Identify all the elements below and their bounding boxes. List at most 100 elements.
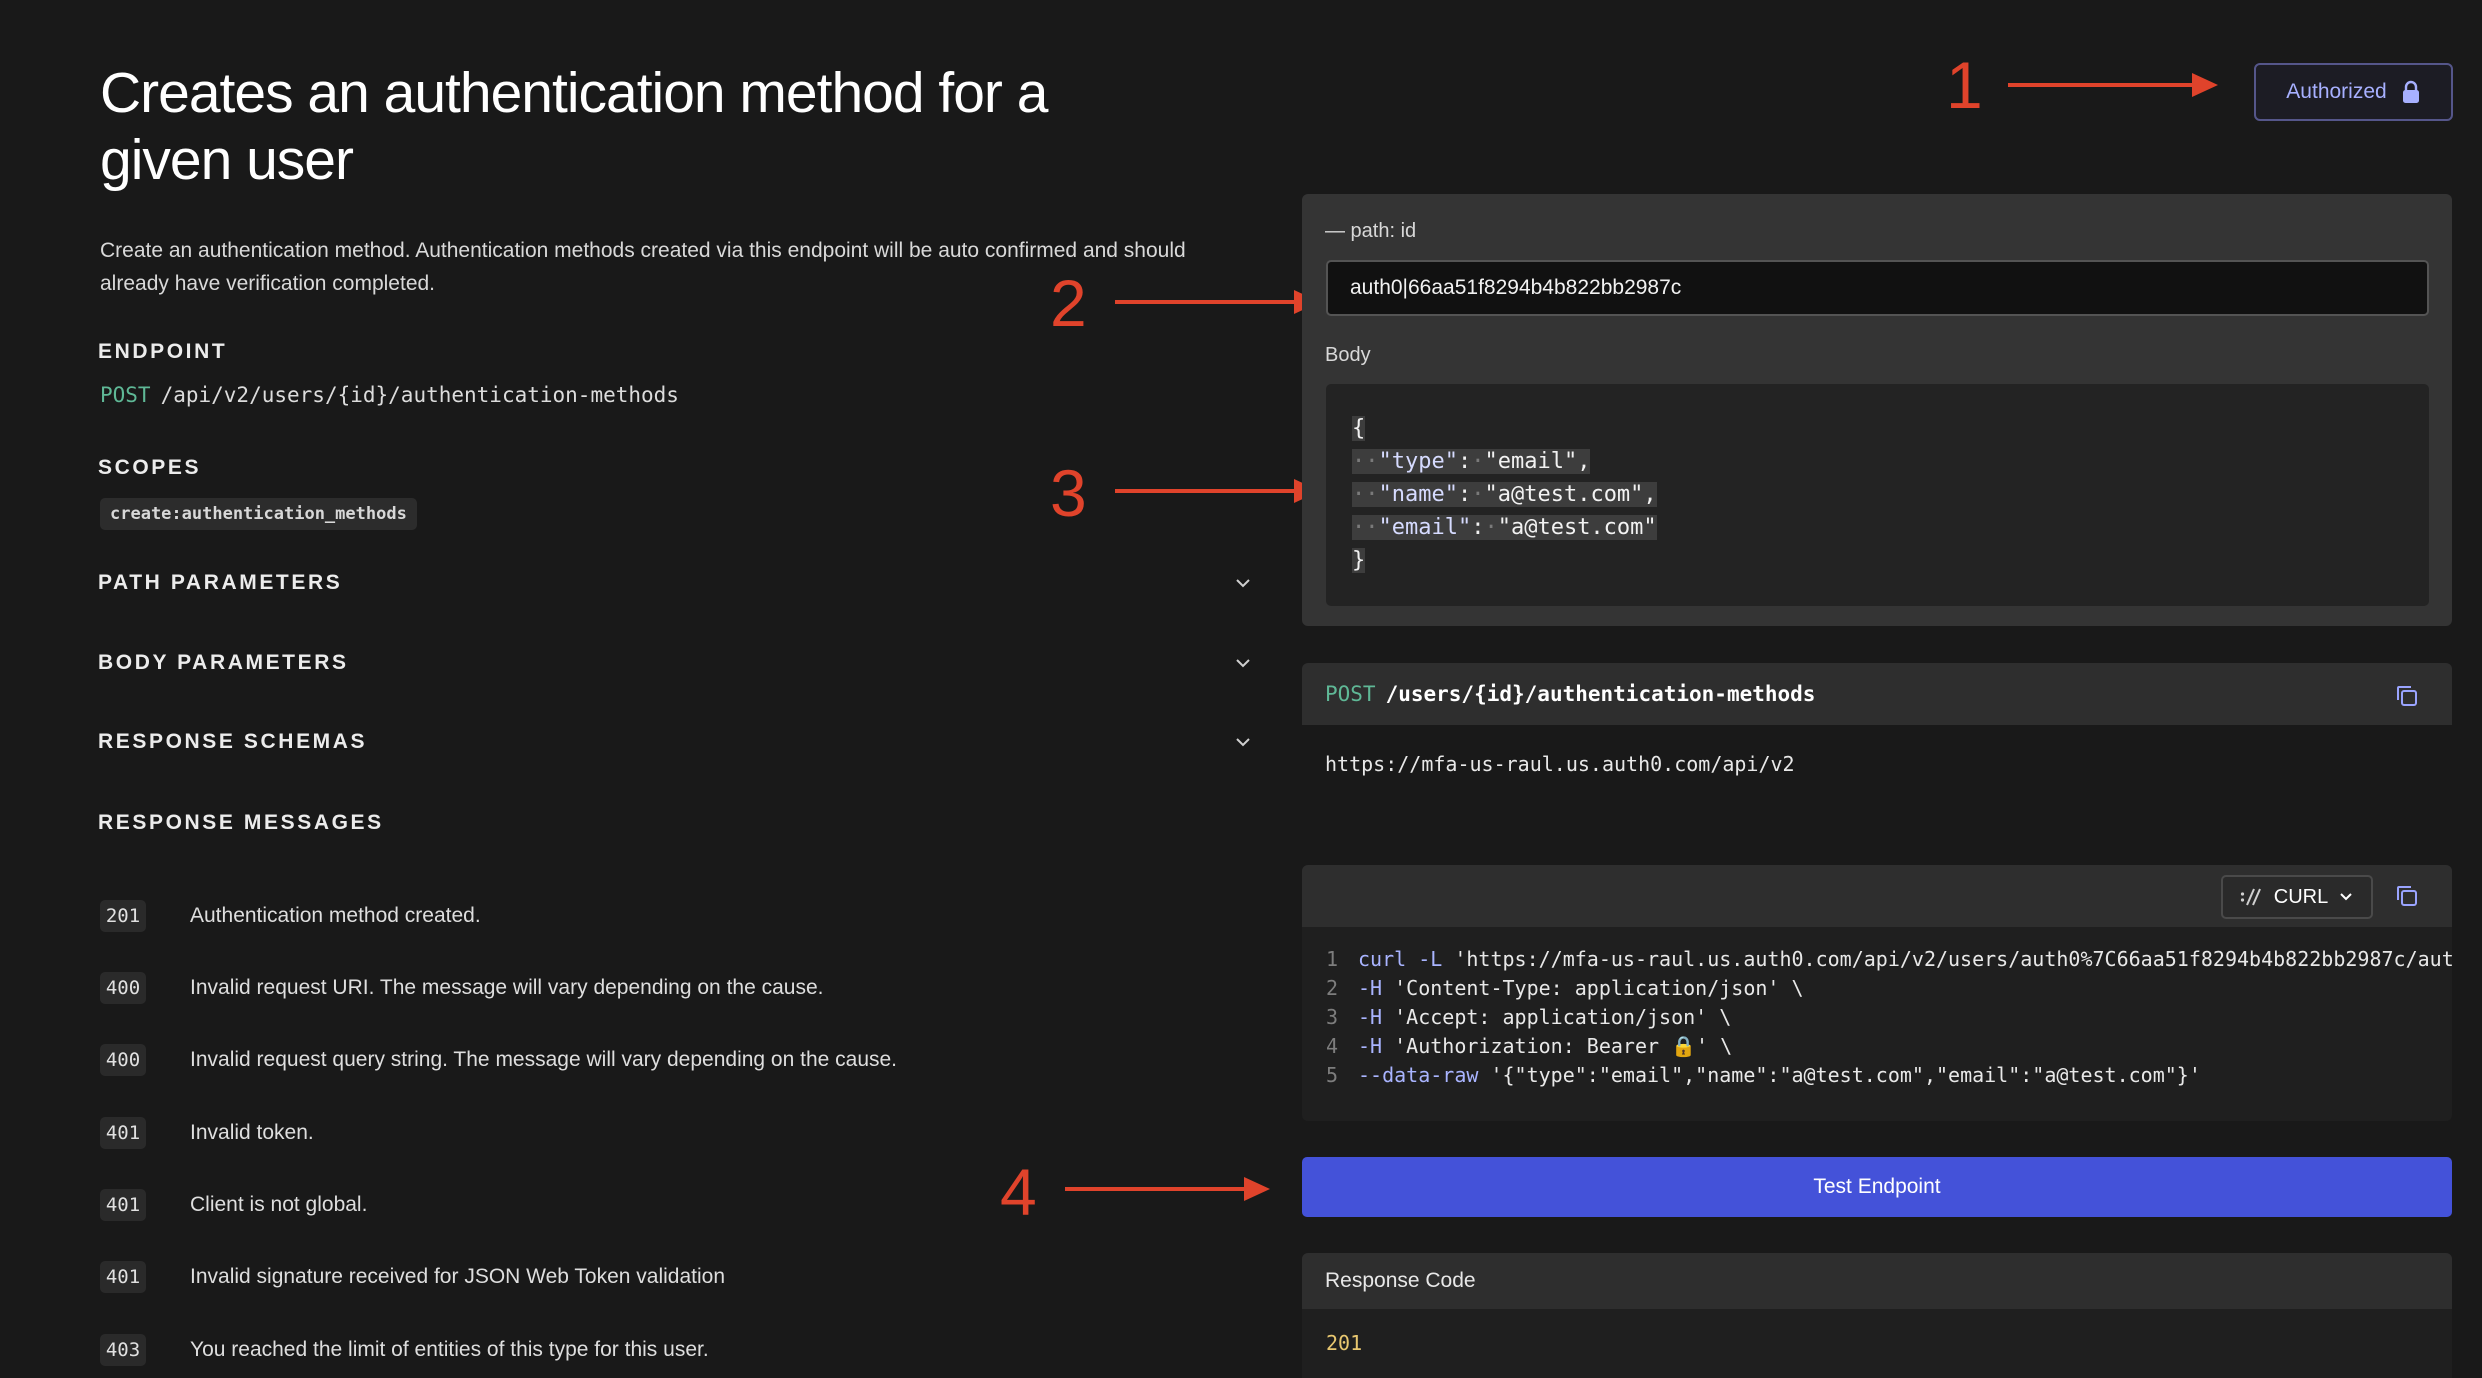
http-method: POST xyxy=(100,383,151,407)
response-message: 201 Authentication method created. xyxy=(100,896,1260,936)
accordion-label: BODY PARAMETERS xyxy=(98,651,349,674)
accordion-label: PATH PARAMETERS xyxy=(98,571,343,594)
code-text: 'Accept: application/json' \ xyxy=(1382,1005,1732,1029)
chevron-down-icon xyxy=(2340,893,2352,901)
code-text: 'Authorization: Bearer 🔒' \ xyxy=(1382,1034,1733,1058)
annotation-arrow xyxy=(1115,479,1320,503)
request-path: /users/{id}/authentication-methods xyxy=(1385,682,1816,706)
code-command: -H xyxy=(1358,976,1383,1000)
language-label: CURL xyxy=(2273,885,2329,908)
line-number: 4 xyxy=(1326,1034,1339,1058)
annotation-arrow xyxy=(1115,290,1320,314)
response-code-value: 201 xyxy=(1326,1331,1363,1355)
language-select[interactable]: CURL xyxy=(2221,875,2373,919)
json-key: "email" xyxy=(1378,515,1472,540)
response-text: You reached the limit of entities of thi… xyxy=(190,1338,709,1361)
response-message: 400 Invalid request URI. The message wil… xyxy=(100,968,1260,1008)
status-code-badge: 403 xyxy=(100,1334,146,1366)
chevron-down-icon xyxy=(1236,659,1250,668)
annotation-number: 4 xyxy=(1000,1155,1037,1229)
response-message: 403 You reached the limit of entities of… xyxy=(100,1330,1260,1370)
page-title: Creates an authentication method for a g… xyxy=(100,61,1048,192)
code-command: -H xyxy=(1358,1034,1383,1058)
api-docs-page: Creates an authentication method for a g… xyxy=(0,0,2482,1378)
lock-icon xyxy=(2402,80,2419,103)
response-code-card: Response Code 201 xyxy=(1302,1253,2452,1378)
curl-code: 1 curl -L 'https://mfa-us-raul.us.auth0.c… xyxy=(1302,927,2452,1090)
http-method: POST xyxy=(1325,682,1376,706)
body-parameters-toggle[interactable]: BODY PARAMETERS xyxy=(98,643,1258,683)
status-code-badge: 401 xyxy=(100,1117,146,1149)
annotation-number: 1 xyxy=(1946,48,1983,122)
response-text: Client is not global. xyxy=(190,1193,368,1216)
status-code-badge: 400 xyxy=(100,972,146,1004)
line-number: 1 xyxy=(1326,947,1339,971)
code-line: 2 -H 'Content-Type: application/json' \ xyxy=(1326,974,2452,1003)
base-url: https://mfa-us-raul.us.auth0.com/api/v2 xyxy=(1325,752,1795,776)
response-messages-heading: RESPONSE MESSAGES xyxy=(98,811,384,834)
code-command: --data-raw xyxy=(1358,1063,1479,1087)
json-value: "a@test.com" xyxy=(1497,515,1657,540)
authorized-button[interactable]: Authorized xyxy=(2254,63,2453,121)
request-params-panel: — path: id Body { ··"type":·"email", ··"… xyxy=(1302,194,2452,626)
test-endpoint-button[interactable]: Test Endpoint xyxy=(1302,1157,2452,1217)
endpoint-path: POST/api/v2/users/{id}/authentication-me… xyxy=(100,383,679,407)
authorized-label: Authorized xyxy=(2286,80,2387,103)
code-text: '{"type":"email","name":"a@test.com","em… xyxy=(1478,1063,2201,1087)
annotation-arrow xyxy=(1065,1177,1270,1201)
response-schemas-toggle[interactable]: RESPONSE SCHEMAS xyxy=(98,722,1258,762)
status-code-badge: 401 xyxy=(100,1261,146,1293)
code-line: 4 -H 'Authorization: Bearer 🔒' \ xyxy=(1326,1032,2452,1061)
line-number: 5 xyxy=(1326,1063,1339,1087)
chevron-down-icon xyxy=(1236,738,1250,747)
code-line: 1 curl -L 'https://mfa-us-raul.us.auth0.c… xyxy=(1326,945,2452,974)
code-line: 3 -H 'Accept: application/json' \ xyxy=(1326,1003,2452,1032)
scopes-heading: SCOPES xyxy=(98,456,202,479)
json-value: "a@test.com", xyxy=(1484,482,1657,507)
response-message: 401 Invalid token. xyxy=(100,1113,1260,1153)
code-line: ··"name":·"a@test.com", xyxy=(1352,482,1657,507)
annotation-number: 2 xyxy=(1050,266,1087,340)
code-text: 'Content-Type: application/json' \ xyxy=(1382,976,1804,1000)
code-line: ··"email":·"a@test.com" xyxy=(1352,515,1657,540)
path-parameters-toggle[interactable]: PATH PARAMETERS xyxy=(98,563,1258,603)
json-key: "name" xyxy=(1378,482,1458,507)
line-number: 2 xyxy=(1326,976,1339,1000)
code-command: curl -L xyxy=(1358,947,1443,971)
response-message: 401 Invalid signature received for JSON … xyxy=(100,1257,1260,1297)
response-code-label: Response Code xyxy=(1302,1253,2452,1309)
endpoint-heading: ENDPOINT xyxy=(98,340,228,363)
copy-icon[interactable] xyxy=(2394,683,2420,709)
curl-icon xyxy=(2240,888,2261,906)
code-line: } xyxy=(1352,548,1366,573)
body-json-editor[interactable]: { ··"type":·"email", ··"name":·"a@test.c… xyxy=(1326,384,2429,606)
response-text: Authentication method created. xyxy=(190,904,481,927)
scope-badge: create:authentication_methods xyxy=(100,498,417,530)
path-id-label: — path: id xyxy=(1325,220,1417,242)
status-code-badge: 400 xyxy=(100,1044,146,1076)
status-code-badge: 201 xyxy=(100,900,146,932)
code-command: -H xyxy=(1358,1005,1383,1029)
status-code-badge: 401 xyxy=(100,1189,146,1221)
response-message: 400 Invalid request query string. The me… xyxy=(100,1040,1260,1080)
chevron-down-icon xyxy=(1236,579,1250,588)
json-value: "email", xyxy=(1484,449,1591,474)
code-sample-card: CURL 1 curl -L 'https://mfa-us-raul.us.au… xyxy=(1302,865,2452,1121)
code-line: ··"type":·"email", xyxy=(1352,449,1591,474)
annotation-arrow xyxy=(2008,73,2218,97)
response-text: Invalid token. xyxy=(190,1121,314,1144)
code-sample-header: CURL xyxy=(1302,865,2452,927)
line-number: 3 xyxy=(1326,1005,1339,1029)
code-line: 5 --data-raw '{"type":"email","name":"a@t… xyxy=(1326,1061,2452,1090)
response-text: Invalid request query string. The messag… xyxy=(190,1048,898,1071)
response-text: Invalid signature received for JSON Web … xyxy=(190,1265,726,1288)
json-key: "type" xyxy=(1378,449,1458,474)
copy-icon[interactable] xyxy=(2394,883,2420,909)
code-text: 'https://mfa-us-raul.us.auth0.com/api/v2… xyxy=(1442,947,2452,971)
path-id-input[interactable] xyxy=(1326,260,2429,316)
annotation-number: 3 xyxy=(1050,456,1087,530)
endpoint-url: /api/v2/users/{id}/authentication-method… xyxy=(160,383,679,407)
body-label: Body xyxy=(1325,344,1371,366)
request-url-bar: POST /users/{id}/authentication-methods xyxy=(1302,663,2452,725)
code-line: { xyxy=(1352,416,1366,441)
